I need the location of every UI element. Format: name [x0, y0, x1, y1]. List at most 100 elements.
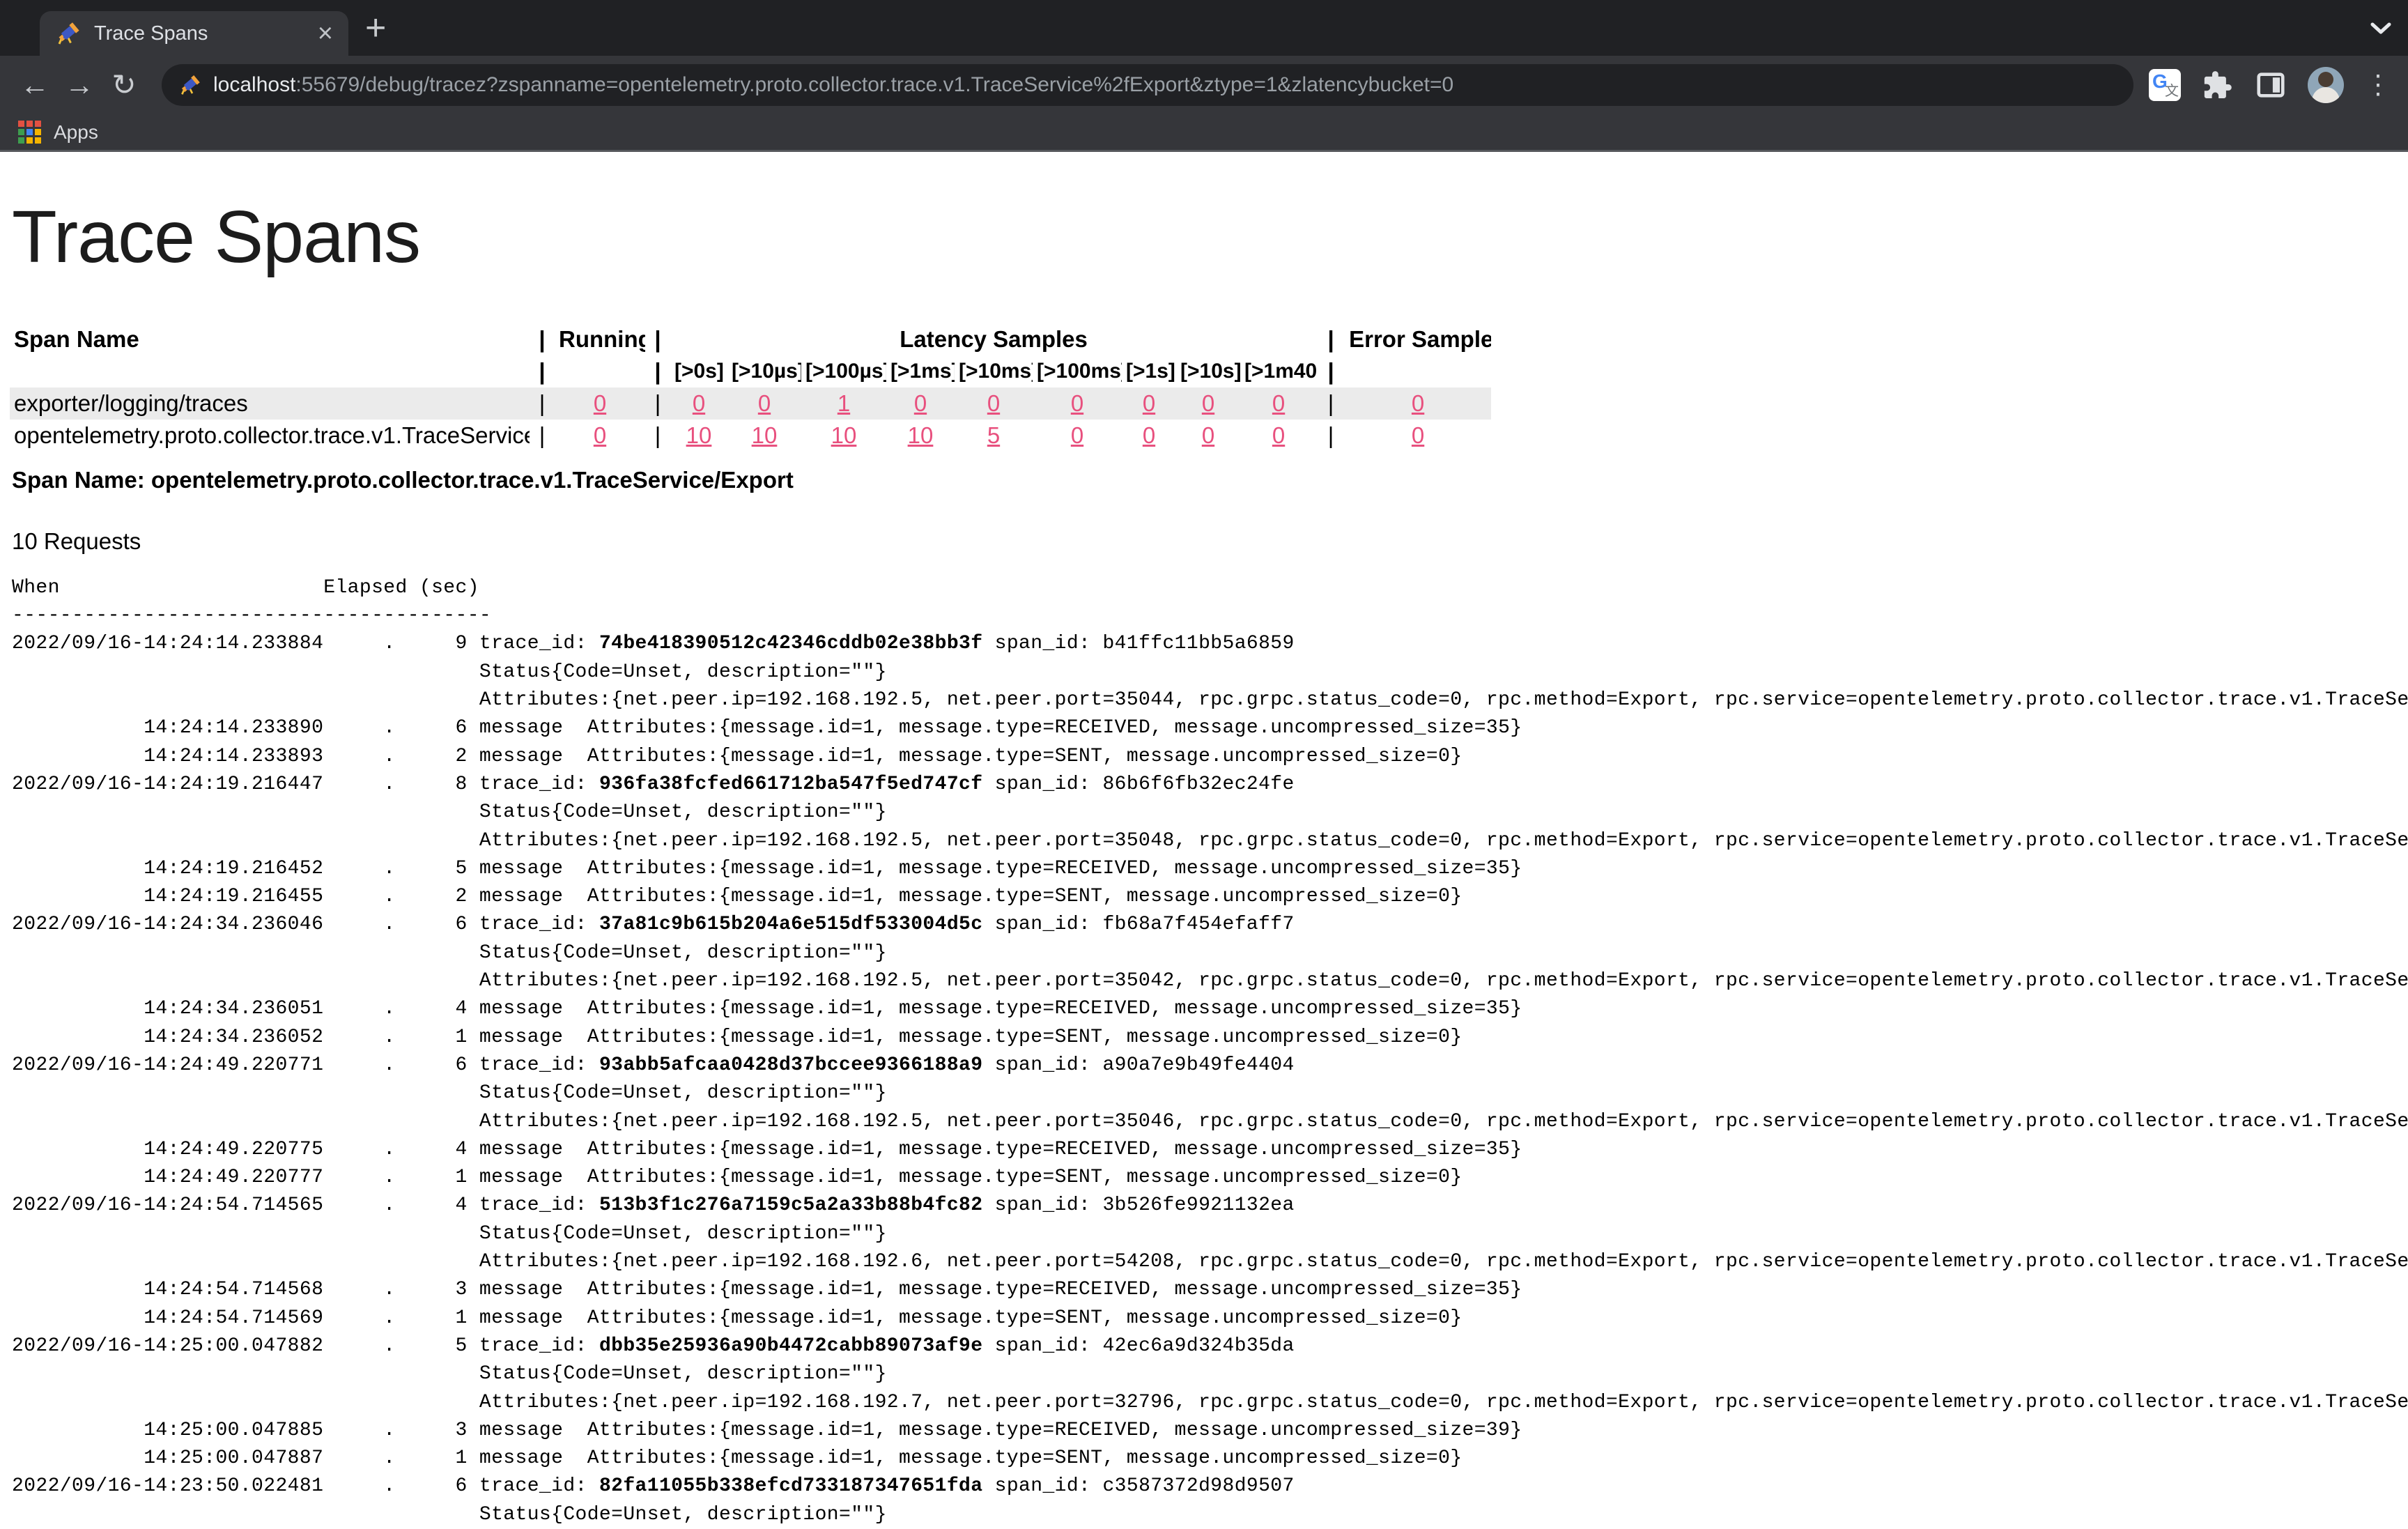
tab-search-chevron-icon[interactable]	[2369, 21, 2393, 40]
header-pipe: |	[645, 323, 670, 355]
latency-count-link-cell: 0	[1122, 420, 1176, 452]
trace-id: 513b3f1c276a7159c5a2a33b88b4fc82	[599, 1194, 983, 1216]
latency-bucket-label: [>1m40s]	[1240, 355, 1317, 387]
latency-count-link-cell: 0	[1176, 420, 1240, 452]
running-count-link[interactable]: 0	[594, 422, 606, 448]
latency-count-link-cell: 5	[955, 420, 1033, 452]
back-button[interactable]: ←	[13, 70, 57, 100]
url-bar[interactable]: localhost:55679/debug/tracez?zspanname=o…	[162, 64, 2133, 106]
latency-count-link[interactable]: 10	[831, 422, 857, 448]
latency-count-link[interactable]: 1	[838, 390, 850, 416]
span-row: opentelemetry.proto.collector.trace.v1.T…	[10, 420, 1491, 452]
latency-count-link-cell: 10	[886, 420, 955, 452]
col-error-samples: Error Samples	[1345, 323, 1491, 355]
trace-id: 936fa38fcfed661712ba547f5ed747cf	[599, 774, 983, 795]
latency-count-link[interactable]: 10	[686, 422, 712, 448]
row-pipe: |	[530, 387, 555, 420]
selected-span-label: Span Name: opentelemetry.proto.collector…	[12, 467, 2408, 493]
running-count-link-cell: 0	[555, 420, 645, 452]
url-path: :55679/debug/tracez?zspanname=openteleme…	[295, 73, 1453, 97]
latency-count-link[interactable]: 10	[752, 422, 778, 448]
latency-bucket-label: [>100µs]	[801, 355, 886, 387]
latency-count-link[interactable]: 0	[1071, 390, 1083, 416]
latency-count-link-cell: 10	[801, 420, 886, 452]
translate-icon[interactable]: G 文	[2149, 69, 2181, 101]
latency-count-link[interactable]: 0	[1071, 422, 1083, 448]
latency-count-link-cell: 0	[1240, 420, 1317, 452]
latency-count-link-cell: 10	[670, 420, 727, 452]
header-pipe: |	[1317, 323, 1345, 355]
latency-count-link[interactable]: 0	[1272, 422, 1285, 448]
latency-bucket-label: [>1s]	[1122, 355, 1176, 387]
latency-count-link-cell: 0	[955, 387, 1033, 420]
bookmarks-bar: Apps	[0, 114, 2408, 152]
row-pipe: |	[530, 420, 555, 452]
forward-button[interactable]: →	[57, 70, 102, 100]
latency-count-link[interactable]: 0	[1143, 422, 1155, 448]
col-running: Running	[555, 323, 645, 355]
latency-count-link[interactable]: 0	[914, 390, 927, 416]
latency-count-link[interactable]: 0	[1272, 390, 1285, 416]
header-pipe: |	[530, 355, 555, 387]
span-name-cell: opentelemetry.proto.collector.trace.v1.T…	[10, 420, 530, 452]
extensions-puzzle-icon[interactable]	[2202, 69, 2234, 101]
latency-count-link[interactable]: 0	[693, 390, 705, 416]
latency-bucket-label: [>10s]	[1176, 355, 1240, 387]
error-count-link-cell: 0	[1345, 420, 1491, 452]
browser-window: Trace Spans × + ← → ↻ localhost:55679/de…	[0, 0, 2408, 152]
latency-count-link-cell: 1	[801, 387, 886, 420]
profile-avatar[interactable]	[2308, 67, 2344, 103]
latency-bucket-label: [>10ms]	[955, 355, 1033, 387]
empty-cell	[555, 355, 645, 387]
latency-count-link-cell: 0	[670, 387, 727, 420]
refresh-button[interactable]: ↻	[102, 70, 146, 100]
browser-tab[interactable]: Trace Spans ×	[40, 11, 348, 56]
trace-id: 74be418390512c42346cddb02e38bb3f	[599, 633, 983, 654]
apps-grid-icon[interactable]	[18, 121, 41, 144]
side-panel-icon[interactable]	[2255, 69, 2287, 101]
bucket-header-row: ||[>0s][>10µs][>100µs][>1ms][>10ms][>100…	[10, 355, 1491, 387]
header-pipe: |	[645, 355, 670, 387]
header-pipe: |	[1317, 355, 1345, 387]
latency-count-link[interactable]: 0	[758, 390, 771, 416]
latency-count-link-cell: 0	[1033, 420, 1122, 452]
latency-bucket-label: [>0s]	[670, 355, 727, 387]
latency-count-link[interactable]: 0	[1143, 390, 1155, 416]
col-span-name: Span Name	[10, 323, 530, 355]
bookmark-apps[interactable]: Apps	[54, 121, 98, 144]
row-pipe: |	[1317, 387, 1345, 420]
tab-title: Trace Spans	[94, 22, 309, 45]
running-count-link-cell: 0	[555, 387, 645, 420]
tab-bar: Trace Spans × +	[0, 0, 2408, 56]
latency-count-link[interactable]: 0	[987, 390, 1000, 416]
row-pipe: |	[645, 420, 670, 452]
latency-count-link[interactable]: 5	[987, 422, 1000, 448]
latency-count-link[interactable]: 0	[1202, 390, 1214, 416]
trace-log: When Elapsed (sec) ---------------------…	[12, 574, 2408, 1529]
error-count-link-cell: 0	[1345, 387, 1491, 420]
url-host: localhost	[213, 73, 295, 97]
trace-id: dbb35e25936a90b4472cabb89073af9e	[599, 1335, 983, 1357]
latency-count-link-cell: 0	[886, 387, 955, 420]
browser-toolbar: ← → ↻ localhost:55679/debug/tracez?zspan…	[0, 56, 2408, 114]
latency-count-link-cell: 0	[1176, 387, 1240, 420]
latency-bucket-label: [>10µs]	[727, 355, 801, 387]
telescope-favicon-icon	[55, 21, 80, 46]
col-latency-samples: Latency Samples	[670, 323, 1317, 355]
row-pipe: |	[645, 387, 670, 420]
error-count-link[interactable]: 0	[1412, 390, 1424, 416]
span-name-cell: exporter/logging/traces	[10, 387, 530, 420]
close-tab-icon[interactable]: ×	[318, 20, 333, 47]
running-count-link[interactable]: 0	[594, 390, 606, 416]
span-row: exporter/logging/traces|0|001000000|0	[10, 387, 1491, 420]
request-count-label: 10 Requests	[12, 528, 2408, 555]
new-tab-button[interactable]: +	[365, 7, 386, 49]
latency-count-link[interactable]: 10	[908, 422, 934, 448]
browser-menu-icon[interactable]: ⋮	[2365, 72, 2391, 98]
trace-id: 37a81c9b615b204a6e515df533004d5c	[599, 914, 983, 935]
empty-cell	[10, 355, 530, 387]
latency-bucket-label: [>1ms]	[886, 355, 955, 387]
latency-count-link[interactable]: 0	[1202, 422, 1214, 448]
latency-count-link-cell: 10	[727, 420, 801, 452]
error-count-link[interactable]: 0	[1412, 422, 1424, 448]
